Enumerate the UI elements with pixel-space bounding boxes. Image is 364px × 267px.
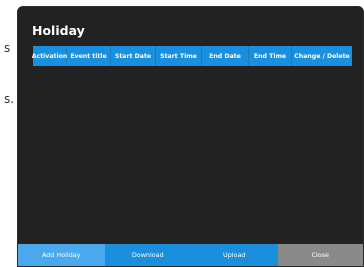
- dialog-title: Holiday: [32, 23, 85, 38]
- holiday-dialog: Holiday Activation Event title Start Dat…: [17, 6, 364, 267]
- column-header-end-time: End Time: [249, 46, 292, 66]
- add-holiday-button[interactable]: Add Holiday: [18, 244, 105, 266]
- upload-button[interactable]: Upload: [191, 244, 278, 266]
- column-header-activation: Activation: [32, 46, 67, 66]
- column-header-start-time: Start Time: [156, 46, 202, 66]
- column-header-end-date: End Date: [202, 46, 249, 66]
- background-text-fragment: s.: [4, 92, 15, 106]
- download-button[interactable]: Download: [104, 244, 191, 266]
- background-text-fragment: s: [4, 41, 11, 55]
- dialog-footer: Add Holiday Download Upload Close: [18, 244, 363, 266]
- column-header-change-delete: Change / Delete: [294, 52, 350, 60]
- holiday-table-header: Activation Event title Start Date Start …: [32, 46, 352, 66]
- column-header-event-title: Event title: [67, 46, 111, 66]
- column-header-start-date: Start Date: [111, 46, 156, 66]
- close-button[interactable]: Close: [277, 244, 363, 266]
